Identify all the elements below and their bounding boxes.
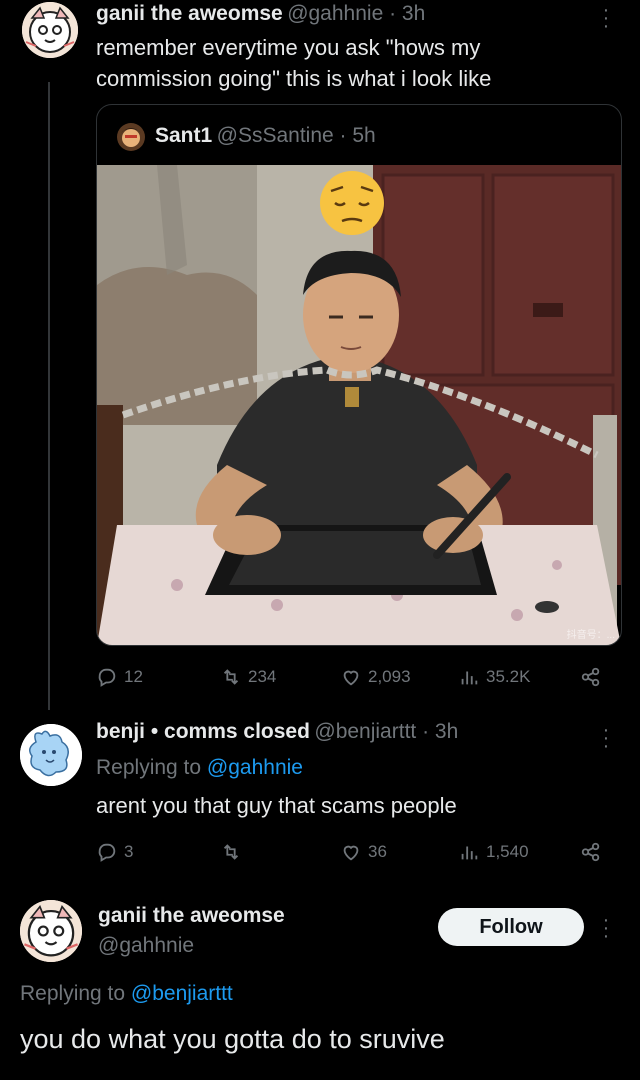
author-handle-time[interactable]: @benjiarttt · 3h bbox=[314, 720, 458, 743]
tweet-2-text: arent you that guy that scams people bbox=[96, 793, 457, 818]
repost-icon bbox=[223, 844, 239, 860]
replying-to-handle[interactable]: @gahhnie bbox=[207, 756, 303, 779]
more-icon[interactable]: · · · bbox=[598, 910, 614, 946]
avatar-ganii[interactable] bbox=[20, 900, 82, 962]
reply-icon bbox=[98, 843, 116, 862]
avatar-ganii[interactable] bbox=[22, 2, 78, 58]
author-name[interactable]: ganii the aweomse bbox=[96, 2, 283, 25]
tweet-2-action-bar: 3 36 1,540 bbox=[96, 839, 606, 865]
share-button[interactable] bbox=[580, 666, 602, 688]
media-watermark: 抖音号：... bbox=[566, 630, 615, 641]
avatar-sant1 bbox=[117, 123, 145, 151]
focused-tweet-text: you do what you gotta do to sruvive bbox=[20, 1024, 445, 1054]
tweet-1-text-line-2: commission going" this is what i look li… bbox=[96, 66, 492, 91]
reply-icon bbox=[98, 668, 116, 687]
tweet-1-text: remember everytime you ask "hows my comm… bbox=[96, 32, 491, 94]
author-name[interactable]: benji • comms closed bbox=[96, 720, 310, 743]
author-handle[interactable]: @gahhnie bbox=[98, 934, 194, 958]
repost-count: 234 bbox=[248, 667, 277, 686]
quoted-media-image[interactable] bbox=[97, 165, 621, 645]
like-count: 2,093 bbox=[368, 667, 411, 686]
quoted-tweet-header: Sant1 @SsSantine · 5h bbox=[155, 124, 376, 148]
more-icon[interactable]: · · · bbox=[598, 0, 614, 36]
share-icon bbox=[581, 842, 600, 862]
quoted-tweet[interactable]: Sant1 @SsSantine · 5h 抖音号：... bbox=[96, 104, 622, 646]
views-icon bbox=[461, 671, 478, 685]
views-count: 35.2K bbox=[486, 667, 531, 686]
tweet-1-text-line-1: remember everytime you ask "hows my bbox=[96, 35, 481, 60]
reply-button[interactable]: 3 bbox=[96, 841, 133, 863]
repost-button[interactable]: 234 bbox=[220, 666, 276, 688]
views-button[interactable]: 1,540 bbox=[458, 841, 529, 863]
replying-to-handle[interactable]: @benjiarttt bbox=[131, 982, 233, 1005]
like-button[interactable]: 2,093 bbox=[340, 666, 411, 688]
views-icon bbox=[461, 846, 478, 860]
tweet-2-header: benji • comms closed @benjiarttt · 3h bbox=[96, 720, 458, 744]
share-button[interactable] bbox=[580, 841, 602, 863]
like-count: 36 bbox=[368, 842, 387, 861]
follow-button[interactable]: Follow bbox=[438, 908, 584, 946]
reply-button[interactable]: 12 bbox=[96, 666, 143, 688]
like-icon bbox=[343, 670, 359, 686]
reply-count: 3 bbox=[124, 842, 134, 861]
replying-to: Replying to @benjiarttt bbox=[20, 982, 233, 1006]
author-name[interactable]: ganii the aweomse bbox=[98, 904, 285, 928]
like-button[interactable]: 36 bbox=[340, 841, 387, 863]
replying-to: Replying to @gahhnie bbox=[96, 756, 303, 780]
reply-count: 12 bbox=[124, 667, 143, 686]
share-icon bbox=[581, 667, 600, 687]
tweet-1-action-bar: 12 234 2,093 35.2K bbox=[96, 664, 606, 690]
more-icon[interactable]: · · · bbox=[598, 720, 614, 756]
views-count: 1,540 bbox=[486, 842, 529, 861]
author-handle-time[interactable]: @gahhnie · 3h bbox=[287, 2, 425, 25]
quoted-author-name: Sant1 bbox=[155, 124, 213, 147]
like-icon bbox=[343, 845, 359, 861]
quoted-author-handle-time: @SsSantine · 5h bbox=[216, 124, 376, 147]
replying-to-prefix: Replying to bbox=[96, 756, 207, 779]
repost-button[interactable] bbox=[220, 841, 248, 863]
tweet-1-header: ganii the aweomse @gahhnie · 3h bbox=[96, 2, 425, 26]
repost-icon bbox=[223, 669, 239, 685]
thread-connector bbox=[48, 82, 50, 710]
replying-to-prefix: Replying to bbox=[20, 982, 131, 1005]
views-button[interactable]: 35.2K bbox=[458, 666, 530, 688]
avatar-benji[interactable] bbox=[20, 724, 82, 786]
